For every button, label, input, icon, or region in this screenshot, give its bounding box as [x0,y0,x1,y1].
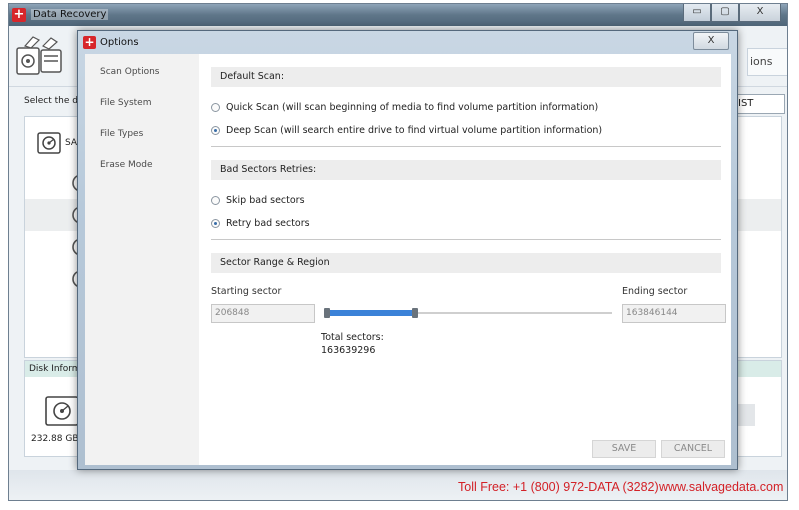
app-title: Data Recovery [31,9,109,20]
deep-scan-label: Deep Scan (will search entire drive to f… [226,124,603,136]
skip-bad-sectors-option[interactable]: Skip bad sectors [211,193,305,207]
total-sectors-value: 163639296 [321,345,376,356]
skip-bad-sectors-label: Skip bad sectors [226,194,305,206]
slider-start-handle[interactable] [324,308,330,318]
sector-range-selection [324,308,418,318]
skip-bad-sectors-radio[interactable] [211,195,220,205]
options-tab[interactable]: ions [747,48,787,76]
app-titlebar[interactable]: + Data Recovery ▭ ▢ X [9,4,787,26]
dialog-logo-icon: + [83,35,96,49]
list-tab[interactable]: IST [734,94,785,114]
save-button[interactable]: SAVE [592,440,656,458]
slider-end-handle[interactable] [412,308,418,318]
default-scan-header: Default Scan: [211,67,721,87]
minimize-button[interactable]: ▭ [683,4,711,22]
quick-scan-radio[interactable] [211,102,220,112]
drive-label: SA [65,138,78,148]
ending-sector-input[interactable]: 163846144 [622,304,726,323]
starting-sector-input[interactable]: 206848 [211,304,315,323]
ending-sector-label: Ending sector [622,286,688,297]
toll-free-number: Toll Free: +1 (800) 972-DATA (3282) [458,480,659,494]
dialog-close-button[interactable]: X [693,32,729,50]
maximize-button[interactable]: ▢ [711,4,739,22]
select-drive-label: Select the d [24,96,78,106]
quick-scan-label: Quick Scan (will scan beginning of media… [226,101,599,113]
bad-sectors-header: Bad Sectors Retries: [211,160,721,180]
dialog-body: Scan Options File System File Types Eras… [85,54,731,465]
retry-bad-sectors-label: Retry bad sectors [226,217,310,229]
options-dialog: + Options X Scan Options File System Fil… [77,30,738,470]
nav-file-types[interactable]: File Types [100,129,143,139]
retry-bad-sectors-option[interactable]: Retry bad sectors [211,216,310,230]
nav-file-system[interactable]: File System [100,98,151,108]
app-logo-icon: + [12,7,26,22]
deep-scan-radio[interactable] [211,125,220,135]
close-button[interactable]: X [739,4,781,22]
window-controls: ▭ ▢ X [683,4,781,22]
total-sectors-label: Total sectors: [321,332,384,343]
options-nav: Scan Options File System File Types Eras… [85,54,199,465]
hard-drive-icon [37,132,61,154]
divider [211,239,721,240]
deep-scan-option[interactable]: Deep Scan (will search entire drive to f… [211,123,602,137]
footer: Toll Free: +1 (800) 972-DATA (3282) www.… [9,470,787,500]
retry-bad-sectors-radio[interactable] [211,218,220,228]
cancel-button[interactable]: CANCEL [661,440,725,458]
quick-scan-option[interactable]: Quick Scan (will scan beginning of media… [211,100,598,114]
website-link[interactable]: www.salvagedata.com [659,480,783,494]
sector-range-header: Sector Range & Region [211,253,721,273]
starting-sector-label: Starting sector [211,286,282,297]
dialog-title: Options [100,37,139,48]
scan-options-panel: Default Scan: Quick Scan (will scan begi… [199,54,731,465]
slider-selected-range [327,310,415,316]
side-button[interactable] [737,404,755,426]
toolbar-tools-icon[interactable] [15,34,65,78]
divider [211,146,721,147]
nav-scan-options[interactable]: Scan Options [100,67,159,77]
disk-size: 232.88 GB [31,434,79,444]
hard-drive-icon [45,396,79,426]
nav-erase-mode[interactable]: Erase Mode [100,160,153,170]
